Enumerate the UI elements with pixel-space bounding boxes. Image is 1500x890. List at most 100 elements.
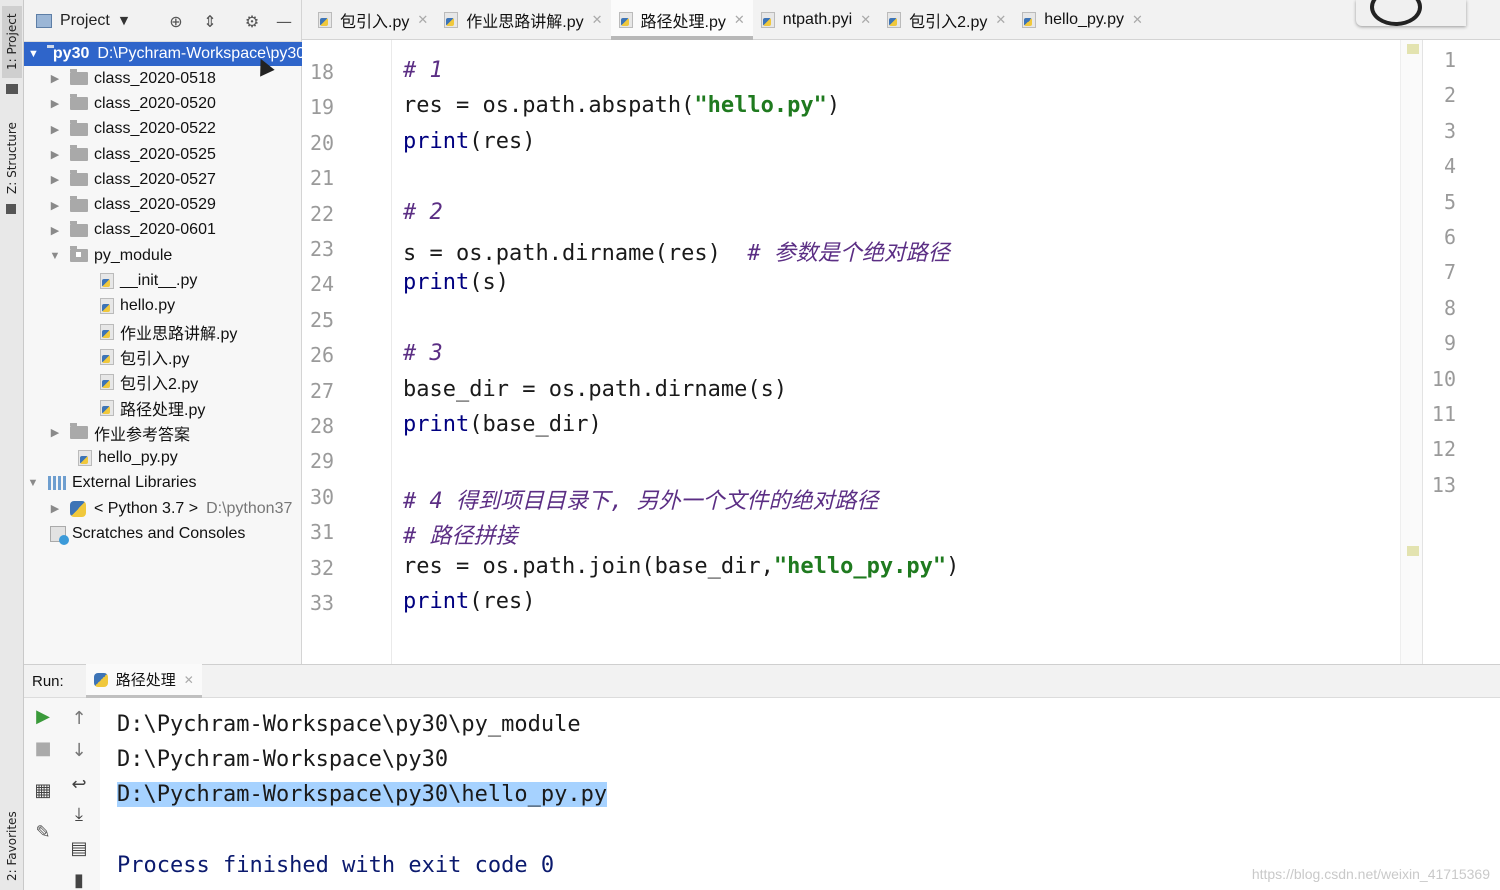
project-icon [36,13,52,28]
error-stripe[interactable] [1400,40,1422,664]
code-string: "hello_py.py" [773,553,947,579]
run-tab[interactable]: 路径处理 ✕ [85,664,202,698]
close-icon[interactable]: ✕ [417,12,428,28]
chevron-down-icon[interactable]: ▼ [120,14,128,27]
chevron-right-icon[interactable]: ▶ [48,72,62,85]
python-file-icon [760,11,775,28]
tree-item[interactable]: ▶ class_2020-0525 [24,142,302,167]
stop-icon[interactable]: ■ [32,738,54,760]
editor-tab-active[interactable]: 路径处理.py ✕ [610,0,754,40]
chevron-right-icon[interactable]: ▶ [48,426,62,439]
trash-icon[interactable]: ▮ [68,870,90,890]
close-icon[interactable]: ✕ [995,12,1006,28]
tree-item-label: 作业思路讲解.py [120,325,238,343]
tree-item[interactable]: ▶ class_2020-0601 [24,218,302,243]
tree-item-path: D:\Pychram-Workspace\py30 [97,45,306,62]
chevron-down-icon[interactable]: ▼ [28,48,39,60]
tree-item-path: D:\python37 [206,499,293,517]
chevron-right-icon[interactable]: ▶ [48,123,62,136]
code-line: print(base_dir) [403,412,602,437]
chevron-right-icon[interactable]: ▶ [48,199,62,212]
gear-icon[interactable]: ⚙ [242,12,262,32]
warning-marker[interactable] [1407,44,1419,54]
layout-icon[interactable]: ▦ [32,780,54,802]
tree-item[interactable]: __init__.py [24,268,302,293]
tree-item-label: Scratches and Consoles [72,524,246,542]
tree-item[interactable]: ▶ < Python 3.7 > D:\python37 [24,496,302,521]
tree-item[interactable]: ▼ py_module [24,243,302,268]
python-file-icon [318,11,332,28]
line-number: 32 [310,555,335,580]
tree-item[interactable]: ▶ class_2020-0529 [24,192,302,217]
package-icon [70,246,88,263]
warning-marker[interactable] [1407,546,1419,556]
tree-item[interactable]: ▶ class_2020-0522 [24,117,302,142]
collapse-all-icon[interactable]: ⇕ [200,12,220,32]
code-token: res = os.path.abspath( [403,93,695,119]
tree-item[interactable]: ▶ class_2020-0527 [24,167,302,192]
folder-icon [70,220,88,237]
project-panel-header: Project ▼ ⊕ ⇕ ⚙ — [24,0,301,42]
scroll-to-end-icon[interactable]: ⤓ [68,804,90,826]
chevron-down-icon[interactable]: ▼ [48,250,62,262]
run-console[interactable]: D:\Pychram-Workspace\py30\py_module D:\P… [100,698,1500,890]
chevron-right-icon[interactable]: ▶ [48,97,62,110]
up-arrow-icon[interactable]: ↑ [68,708,90,730]
code-token: (base_dir) [469,412,602,437]
code-token: (s) [469,270,509,296]
down-arrow-icon[interactable]: ↓ [68,740,90,762]
editor-tab[interactable]: 包引入2.py ✕ [879,0,1014,40]
project-panel-title[interactable]: Project [60,12,110,30]
tree-item[interactable]: ▶ class_2020-0520 [24,91,302,116]
soft-wrap-icon[interactable]: ↩ [68,774,90,796]
close-icon[interactable]: ✕ [860,12,871,28]
code-comment: # 1 [403,58,443,83]
code-token: print [403,589,470,614]
project-tool-tab[interactable]: 1: Project [2,6,22,78]
close-icon[interactable]: ✕ [592,12,603,28]
folder-icon [70,119,88,136]
hide-panel-icon[interactable]: — [274,12,294,32]
chevron-right-icon[interactable]: ▶ [48,148,62,161]
line-number-gutter: 18 19 20 21 22 23 24 25 26 27 28 29 30 31 32 33 [302,40,392,664]
structure-tool-tab[interactable]: Z: Structure [2,118,22,198]
line-number: 24 [310,272,335,297]
editor-tab[interactable]: 作业思路讲解.py ✕ [436,0,610,40]
python-file-icon [100,298,114,315]
print-icon[interactable]: ▤ [68,838,90,860]
editor-tab[interactable]: hello_py.py ✕ [1014,0,1151,40]
close-icon[interactable]: ✕ [1132,12,1143,28]
tree-item[interactable]: Scratches and Consoles [24,521,302,546]
chevron-right-icon[interactable]: ▶ [48,173,62,186]
chevron-down-icon[interactable]: ▼ [26,477,40,489]
close-icon[interactable]: ✕ [184,673,194,687]
tree-item[interactable]: ▼ External Libraries [24,471,302,496]
code-comment: # 参数是个绝对路径 [747,241,950,266]
tree-item[interactable]: hello_py.py [24,445,302,470]
project-tree: ▼ py30 D:\Pychram-Workspace\py30 ▶ class… [24,42,306,547]
tree-item[interactable]: 路径处理.py [24,395,302,420]
code-line: s = os.path.dirname(res) # 参数是个绝对路径 [403,235,950,267]
editor-tab[interactable]: 包引入.py ✕ [310,0,436,40]
favorites-tool-tab[interactable]: 2: Favorites [2,806,22,886]
tree-item[interactable]: hello.py [24,294,302,319]
pin-icon[interactable]: ✎ [32,822,54,844]
play-icon[interactable]: ▶ [32,706,54,728]
split-editor[interactable]: 1 2 3 4 5 6 7 8 9 10 11 12 13 [1422,40,1500,664]
code-line: # 路径拼接 [403,518,518,550]
python-file-icon [100,273,114,290]
tree-item[interactable]: 包引入2.py [24,370,302,395]
python-file-icon [887,11,902,28]
chevron-right-icon[interactable]: ▶ [48,502,62,515]
editor-tab[interactable]: ntpath.pyi ✕ [753,0,879,40]
tree-item[interactable]: 作业思路讲解.py [24,319,302,344]
tree-item[interactable]: 包引入.py [24,344,302,369]
python-file-icon [100,348,114,365]
chevron-right-icon[interactable]: ▶ [48,224,62,237]
code-editor[interactable]: # 1 res = os.path.abspath("hello.py") prin… [392,40,1422,664]
line-number: 22 [310,201,335,226]
close-icon[interactable]: ✕ [734,12,745,28]
locate-icon[interactable]: ⊕ [166,12,186,32]
tree-item[interactable]: ▶ 作业参考答案 [24,420,302,445]
code-line: base_dir = os.path.dirname(s) [403,377,787,402]
